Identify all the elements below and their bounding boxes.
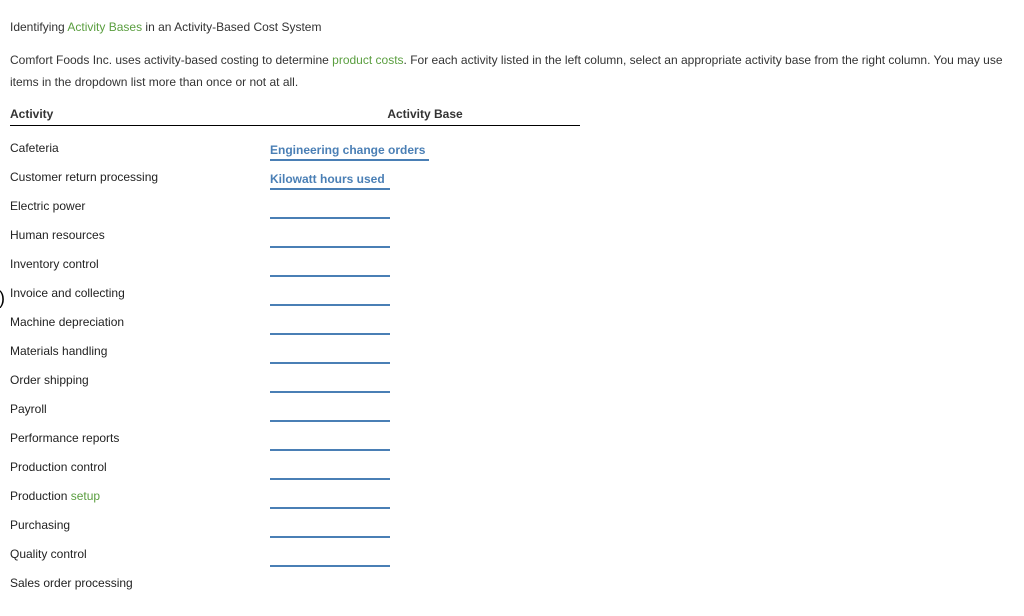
activity-base-dropdown[interactable] (270, 377, 390, 393)
base-cell (270, 261, 580, 277)
activity-base-dropdown[interactable] (270, 319, 390, 335)
base-cell (270, 435, 580, 451)
activity-cell: Electric power (10, 199, 270, 219)
table-row: Production control (10, 451, 580, 480)
base-cell: Kilowatt hours used (270, 172, 580, 190)
activity-cell: Sales order processing (10, 576, 270, 596)
base-cell (270, 464, 580, 480)
activity-cell: Human resources (10, 228, 270, 248)
table-row: Inventory control (10, 248, 580, 277)
activity-cell: Cafeteria (10, 141, 270, 161)
bracket-decoration: ) (0, 288, 5, 309)
table-row: Purchasing (10, 509, 580, 538)
activity-cell: Materials handling (10, 344, 270, 364)
instructions: Comfort Foods Inc. uses activity-based c… (10, 50, 1014, 93)
activity-cell: Production control (10, 460, 270, 480)
activity-base-dropdown[interactable] (270, 348, 390, 364)
table-row: Quality control (10, 538, 580, 567)
activity-cell: Customer return processing (10, 170, 270, 190)
activity-cell: Purchasing (10, 518, 270, 538)
activity-base-dropdown[interactable] (270, 232, 390, 248)
base-cell (270, 319, 580, 335)
page-title: Identifying Activity Bases in an Activit… (10, 20, 1014, 34)
activity-cell: Machine depreciation (10, 315, 270, 335)
activity-base-dropdown[interactable] (270, 261, 390, 277)
base-cell (270, 551, 580, 567)
activity-base-dropdown[interactable] (270, 464, 390, 480)
table-header-row: Activity Activity Base (10, 107, 580, 126)
base-cell (270, 348, 580, 364)
activity-cell: Inventory control (10, 257, 270, 277)
table-row: Machine depreciation (10, 306, 580, 335)
activity-base-dropdown[interactable]: Kilowatt hours used (270, 172, 390, 190)
activity-cell: Invoice and collecting (10, 286, 270, 306)
base-cell (270, 203, 580, 219)
header-activity: Activity (10, 107, 270, 121)
base-cell (270, 290, 580, 306)
instructions-part1: Comfort Foods Inc. uses activity-based c… (10, 53, 332, 67)
table-row: Production setup (10, 480, 580, 509)
activity-cell: Order shipping (10, 373, 270, 393)
table-row: Sales order processing (10, 567, 580, 596)
base-cell (270, 232, 580, 248)
table-row: Human resources (10, 219, 580, 248)
instructions-link[interactable]: product costs (332, 53, 403, 67)
header-base: Activity Base (270, 107, 580, 121)
activity-table: Activity Activity Base CafeteriaEngineer… (10, 107, 580, 596)
title-link[interactable]: Activity Bases (67, 20, 142, 34)
activity-base-dropdown[interactable] (270, 435, 390, 451)
title-prefix: Identifying (10, 20, 67, 34)
activity-base-dropdown[interactable]: Engineering change orders (270, 143, 429, 161)
base-cell (270, 406, 580, 422)
activity-base-dropdown[interactable] (270, 290, 390, 306)
activity-base-dropdown[interactable] (270, 493, 390, 509)
title-suffix: in an Activity-Based Cost System (142, 20, 321, 34)
table-row: Customer return processingKilowatt hours… (10, 161, 580, 190)
table-row: Invoice and collecting (10, 277, 580, 306)
setup-link[interactable]: setup (71, 489, 100, 503)
base-cell (270, 493, 580, 509)
table-row: Order shipping (10, 364, 580, 393)
table-row: Electric power (10, 190, 580, 219)
table-row: Payroll (10, 393, 580, 422)
activity-cell: Quality control (10, 547, 270, 567)
base-cell (270, 522, 580, 538)
base-cell (270, 377, 580, 393)
activity-base-dropdown[interactable] (270, 406, 390, 422)
table-row: Performance reports (10, 422, 580, 451)
activity-base-dropdown[interactable] (270, 551, 390, 567)
table-row: Materials handling (10, 335, 580, 364)
activity-base-dropdown[interactable] (270, 522, 390, 538)
activity-cell: Payroll (10, 402, 270, 422)
table-row: CafeteriaEngineering change orders (10, 132, 580, 161)
base-cell: Engineering change orders (270, 143, 580, 161)
activity-cell: Performance reports (10, 431, 270, 451)
activity-cell: Production setup (10, 489, 270, 509)
activity-base-dropdown[interactable] (270, 203, 390, 219)
